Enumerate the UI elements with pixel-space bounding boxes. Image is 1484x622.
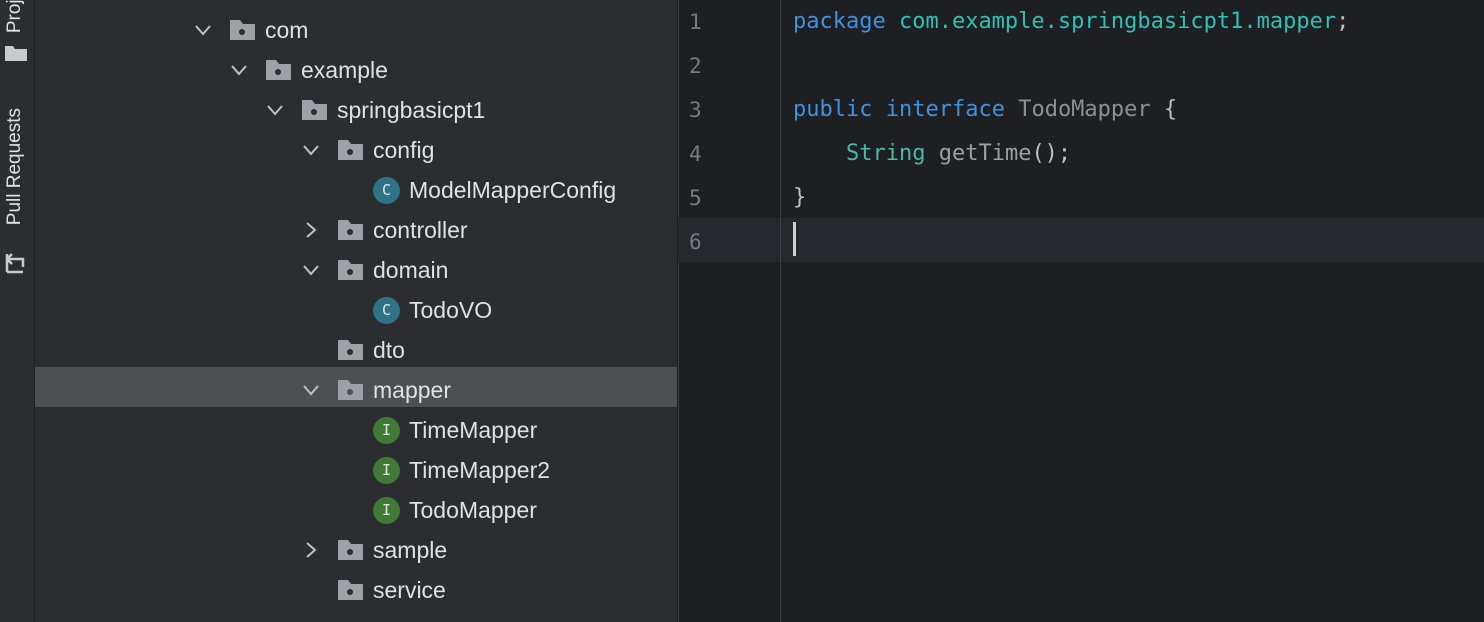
interface-icon: I [373, 417, 400, 444]
code-line-1[interactable]: package com.example.springbasicpt1.mappe… [793, 0, 1349, 44]
package-folder-icon [338, 580, 363, 600]
code-line-4[interactable]: String getTime(); [793, 132, 1071, 176]
tree-item-domain[interactable]: domain [35, 250, 677, 290]
package-folder-icon [338, 540, 363, 560]
tree-item-config[interactable]: config [35, 130, 677, 170]
interface-icon: I [373, 497, 400, 524]
line-number: 1 [689, 10, 702, 34]
tree-item-todomapper[interactable]: I TodoMapper [35, 490, 677, 530]
tree-item-label: TodoMapper [409, 497, 537, 523]
code-line-5[interactable]: } [793, 176, 806, 220]
text-caret [793, 222, 796, 256]
current-line-highlight [678, 218, 1484, 262]
chevron-down-icon[interactable] [266, 101, 284, 119]
punctuation: { [1163, 97, 1178, 122]
package-folder-icon [338, 260, 363, 280]
package-folder-icon [338, 340, 363, 360]
tree-item-label: TimeMapper [409, 417, 538, 443]
keyword: package [793, 9, 886, 34]
punctuation: (); [1031, 141, 1072, 166]
package-folder-icon [266, 60, 291, 80]
tree-item-dto[interactable]: dto [35, 330, 677, 370]
chevron-right-icon[interactable] [302, 541, 320, 559]
package-folder-icon [230, 20, 255, 40]
tree-item-label: dto [373, 337, 405, 363]
tree-item-todovo[interactable]: C TodoVO [35, 290, 677, 330]
line-number: 5 [689, 186, 702, 210]
chevron-down-icon[interactable] [194, 21, 212, 39]
tree-item-example[interactable]: example [35, 50, 677, 90]
tree-item-label: mapper [373, 377, 451, 403]
package-folder-icon [338, 140, 363, 160]
tree-item-label: TimeMapper2 [409, 457, 551, 483]
folder-icon[interactable] [4, 42, 28, 62]
tree-item-mapper[interactable]: mapper [35, 367, 677, 407]
tree-item-springbasicpt1[interactable]: springbasicpt1 [35, 90, 677, 130]
tree-item-timemapper[interactable]: I TimeMapper [35, 410, 677, 450]
class-icon: C [373, 177, 400, 204]
punctuation: ; [1336, 9, 1350, 34]
line-number: 6 [689, 230, 702, 254]
tree-item-service[interactable]: service [35, 570, 677, 610]
interface-name: TodoMapper [1018, 97, 1151, 122]
tree-item-label: controller [373, 217, 468, 243]
tree-item-controller[interactable]: controller [35, 210, 677, 250]
package-folder-icon [338, 380, 363, 400]
tree-item-modelmapperconfig[interactable]: C ModelMapperConfig [35, 170, 677, 210]
project-tool-label[interactable]: Project [4, 0, 26, 33]
code-line-3[interactable]: public interface TodoMapper { [793, 88, 1177, 132]
tree-item-label: springbasicpt1 [337, 97, 486, 123]
pull-requests-tool-label[interactable]: Pull Requests [4, 108, 26, 225]
chevron-down-icon[interactable] [302, 261, 320, 279]
chevron-down-icon[interactable] [302, 381, 320, 399]
chevron-down-icon[interactable] [302, 141, 320, 159]
tree-item-timemapper2[interactable]: I TimeMapper2 [35, 450, 677, 490]
tree-item-label: TodoVO [409, 297, 493, 323]
tree-item-sample[interactable]: sample [35, 530, 677, 570]
tree-item-label: sample [373, 537, 448, 563]
line-number: 3 [689, 98, 702, 122]
tree-item-label: com [265, 17, 309, 43]
keyword: interface [885, 97, 1005, 122]
class-icon: C [373, 297, 400, 324]
method-name: getTime [938, 141, 1032, 166]
project-tree[interactable]: com example springbasicpt1 config C Mode… [35, 0, 677, 622]
package-folder-icon [338, 220, 363, 240]
tree-item-com[interactable]: com [35, 10, 677, 50]
type-name: String [845, 141, 926, 166]
keyword: public [793, 97, 873, 122]
gutter-divider [780, 0, 781, 622]
tree-item-label: example [301, 57, 388, 83]
package-folder-icon [302, 100, 327, 120]
chevron-right-icon[interactable] [302, 221, 320, 239]
interface-icon: I [373, 457, 400, 484]
pull-request-icon[interactable] [4, 252, 26, 274]
tree-item-label: ModelMapperConfig [409, 177, 617, 203]
package-name: com.example.springbasicpt1.mapper [898, 9, 1337, 34]
chevron-down-icon[interactable] [230, 61, 248, 79]
tool-window-strip: Project Pull Requests [0, 0, 35, 622]
tree-item-label: service [373, 577, 446, 603]
tree-item-label: domain [373, 257, 449, 283]
punctuation: } [793, 185, 807, 210]
line-number: 2 [689, 54, 702, 78]
line-number: 4 [689, 142, 702, 166]
tree-item-label: config [373, 137, 435, 163]
